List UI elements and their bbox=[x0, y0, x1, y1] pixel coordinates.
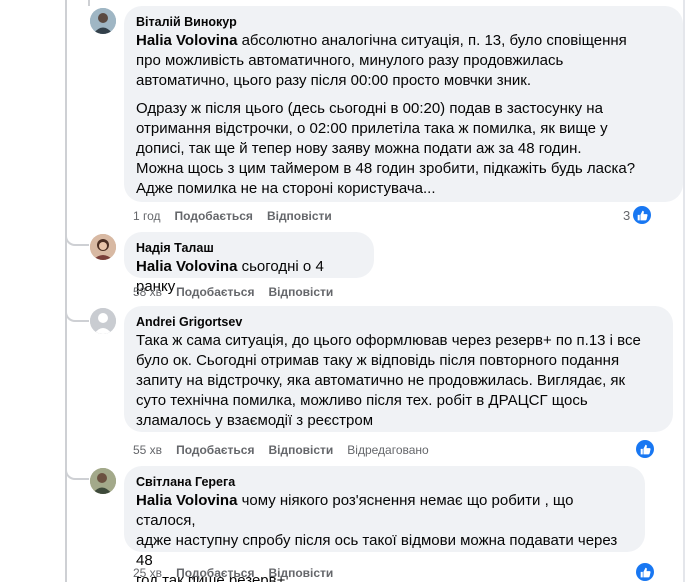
thread-elbow-3 bbox=[65, 456, 89, 480]
comment-bubble: Надія Талаш Halia Volovina сьогодні о 4 … bbox=[124, 232, 374, 295]
comment-author[interactable]: Віталій Винокур bbox=[136, 14, 671, 30]
reply-button[interactable]: Відповісти bbox=[267, 209, 332, 223]
comment-bubble: Віталій Винокур Halia Volovina абсолютно… bbox=[124, 6, 683, 202]
comment-author[interactable]: Надія Талаш bbox=[136, 240, 362, 256]
reply-button[interactable]: Відповісти bbox=[268, 443, 333, 457]
comment-1: Віталій Винокур Halia Volovina абсолютно… bbox=[90, 6, 685, 228]
comment-text: Така ж сама ситуація, до цього оформлюва… bbox=[136, 332, 641, 429]
avatar[interactable] bbox=[90, 8, 116, 34]
user-photo-icon bbox=[90, 234, 116, 260]
comment-2: Надія Талаш Halia Volovina сьогодні о 4 … bbox=[90, 232, 685, 302]
comment-actions: 1 год Подобається Відповісти bbox=[133, 209, 332, 223]
comment-4: Світлана Герега Halia Volovina чому ніяк… bbox=[90, 466, 685, 582]
reaction-summary[interactable] bbox=[636, 563, 654, 581]
avatar[interactable] bbox=[90, 234, 116, 260]
like-button[interactable]: Подобається bbox=[176, 443, 254, 457]
comment-time[interactable]: 58 хв bbox=[133, 285, 162, 299]
comment-time[interactable]: 55 хв bbox=[133, 443, 162, 457]
reply-button[interactable]: Відповісти bbox=[268, 566, 333, 580]
comment-time[interactable]: 1 год bbox=[133, 209, 161, 223]
mention-link[interactable]: Halia Volovina bbox=[136, 258, 237, 275]
like-button[interactable]: Подобається bbox=[176, 566, 254, 580]
comment-text: Halia Volovina абсолютно аналогічна ситу… bbox=[136, 31, 671, 91]
comment-bubble: Світлана Герега Halia Volovina чому ніяк… bbox=[124, 466, 645, 582]
avatar[interactable] bbox=[90, 468, 116, 494]
like-button[interactable]: Подобається bbox=[176, 285, 254, 299]
like-reaction-icon bbox=[633, 206, 652, 224]
user-photo-icon bbox=[90, 8, 116, 34]
default-avatar-icon[interactable] bbox=[90, 308, 116, 334]
like-button[interactable]: Подобається bbox=[175, 209, 253, 223]
reaction-summary[interactable] bbox=[636, 440, 654, 458]
comment-thread: Віталій Винокур Halia Volovina абсолютно… bbox=[0, 0, 685, 582]
edited-label: Відредаговано bbox=[347, 443, 429, 457]
user-photo-icon bbox=[90, 468, 116, 494]
reaction-count: 3 bbox=[623, 207, 631, 223]
comment-actions: 58 хв Подобається Відповісти bbox=[133, 285, 333, 299]
reaction-summary[interactable]: 3 bbox=[623, 206, 652, 224]
thread-elbow-2 bbox=[65, 298, 89, 322]
comment-author[interactable]: Світлана Герега bbox=[136, 474, 633, 490]
like-reaction-icon bbox=[636, 440, 654, 458]
comment-actions: 25 хв Подобається Відповісти bbox=[133, 566, 333, 580]
mention-link[interactable]: Halia Volovina bbox=[136, 32, 237, 49]
reply-button[interactable]: Відповісти bbox=[268, 285, 333, 299]
comment-author[interactable]: Andrei Grigortsev bbox=[136, 314, 661, 330]
comment-time[interactable]: 25 хв bbox=[133, 566, 162, 580]
comment-actions: 55 хв Подобається Відповісти Відредагова… bbox=[133, 443, 429, 457]
thread-elbow-1 bbox=[65, 222, 89, 246]
comment-bubble: Andrei Grigortsev Така ж сама ситуація, … bbox=[124, 306, 673, 432]
mention-link[interactable]: Halia Volovina bbox=[136, 492, 237, 509]
like-reaction-icon bbox=[636, 563, 654, 581]
thread-line-outer bbox=[65, 0, 67, 582]
comment-3: Andrei Grigortsev Така ж сама ситуація, … bbox=[90, 306, 685, 458]
comment-paragraph-2: Одразу ж після цього (десь сьогодні в 00… bbox=[136, 100, 636, 197]
